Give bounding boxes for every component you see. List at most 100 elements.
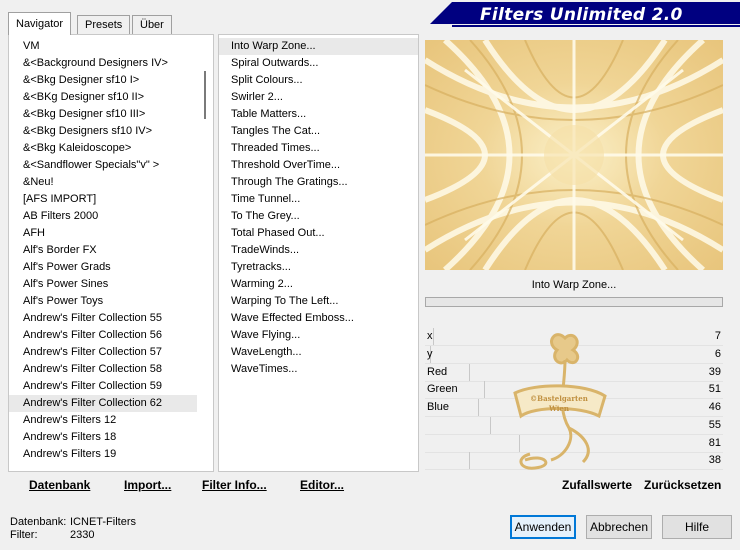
category-list[interactable]: VM &<Background Designers IV> &<Bkg Design… — [9, 38, 197, 463]
slider-value: 55 — [708, 418, 721, 431]
filter-item[interactable]: Warping To The Left... — [219, 293, 418, 310]
preset-toolbar: Zufallswerte Zurücksetzen — [425, 474, 730, 498]
tab-presets[interactable]: Presets — [77, 15, 131, 34]
filter-count-value: 2330 — [70, 529, 95, 541]
category-list-panel: VM &<Background Designers IV> &<Bkg Design… — [8, 34, 214, 472]
category-item[interactable]: Alf's Power Toys — [9, 293, 197, 310]
category-item[interactable]: &<BKg Designer sf10 II> — [9, 89, 197, 106]
filter-item[interactable]: Table Matters... — [219, 106, 418, 123]
slider-fill — [425, 452, 470, 470]
filter-item[interactable]: Spiral Outwards... — [219, 55, 418, 72]
category-scroll-thumb[interactable] — [204, 71, 206, 119]
filter-item[interactable]: TradeWinds... — [219, 242, 418, 259]
category-item[interactable]: Alf's Border FX — [9, 242, 197, 259]
filter-item[interactable]: Tyretracks... — [219, 259, 418, 276]
help-button[interactable]: Hilfe — [662, 515, 732, 539]
parameter-slider[interactable]: Red 39 — [425, 363, 723, 382]
filter-item[interactable]: WaveTimes... — [219, 361, 418, 378]
filters-unlimited-dialog: Navigator Presets Über Filters Unlimited… — [0, 0, 740, 550]
category-scrollbar[interactable] — [197, 35, 213, 471]
parameter-slider[interactable]: y6 — [425, 345, 723, 364]
random-values-button[interactable]: Zufallswerte — [562, 478, 632, 492]
filter-item[interactable]: Wave Flying... — [219, 327, 418, 344]
slider-value: 7 — [714, 330, 721, 342]
slider-fill — [425, 416, 491, 434]
filter-list[interactable]: Into Warp Zone... Spiral Outwards... Split… — [219, 38, 418, 378]
database-label: Datenbank: — [10, 516, 67, 528]
category-item[interactable]: AB Filters 2000 — [9, 208, 197, 225]
preview-image — [425, 40, 723, 270]
parameter-slider[interactable]: 55 — [425, 416, 723, 435]
slider-label: Green — [427, 383, 458, 396]
banner-title: Filters Unlimited 2.0 — [480, 5, 683, 25]
parameter-sliders: x 7 y 6 Red 39 Green 51 Blue 46 55 81 38 ©Bastelgarte… — [425, 328, 723, 471]
category-item[interactable]: &<Bkg Kaleidoscope> — [9, 140, 197, 157]
category-item[interactable]: VM — [9, 38, 197, 55]
parameter-slider[interactable]: 81 — [425, 434, 723, 453]
category-item[interactable]: &<Bkg Designers sf10 IV> — [9, 123, 197, 140]
filter-item[interactable]: Into Warp Zone... — [219, 38, 418, 55]
parameter-slider[interactable]: x7 — [425, 328, 723, 346]
slider-value: 81 — [708, 436, 721, 449]
import-button[interactable]: Import... — [124, 478, 171, 492]
tab-navigator[interactable]: Navigator — [8, 12, 72, 35]
slider-fill — [425, 434, 520, 452]
slider-value: 46 — [708, 401, 721, 413]
slider-label: Red — [427, 365, 448, 378]
category-item[interactable]: Andrew's Filters 19 — [9, 446, 197, 463]
category-item[interactable]: Alf's Power Grads — [9, 259, 197, 276]
filter-count-label: Filter: — [10, 529, 38, 541]
category-item[interactable]: Andrew's Filters 12 — [9, 412, 197, 429]
category-item[interactable]: Andrew's Filter Collection 55 — [9, 310, 197, 327]
slider-value: 51 — [708, 383, 721, 396]
category-item[interactable]: Andrew's Filter Collection 59 — [9, 378, 197, 395]
preview-area: Into Warp Zone... x 7 y 6 Red 39 Green 51 Blue 46… — [423, 34, 733, 500]
slider-label: Blue — [427, 401, 450, 413]
filter-toolbar: Datenbank Import... Filter Info... Edito… — [8, 474, 420, 498]
filter-item[interactable]: Split Colours... — [219, 72, 418, 89]
cancel-button[interactable]: Abbrechen — [586, 515, 652, 539]
category-item[interactable]: Andrew's Filters 18 — [9, 429, 197, 446]
parameter-slider[interactable]: Blue 46 — [425, 399, 723, 417]
filter-item[interactable]: Wave Effected Emboss... — [219, 310, 418, 327]
filter-item[interactable]: Threaded Times... — [219, 140, 418, 157]
database-value: ICNET-Filters — [70, 516, 136, 528]
category-item[interactable]: Andrew's Filter Collection 57 — [9, 344, 197, 361]
parameter-slider[interactable]: Green 51 — [425, 381, 723, 400]
category-item[interactable]: Andrew's Filter Collection 58 — [9, 361, 197, 378]
category-item[interactable]: &<Sandflower Specials"v" > — [9, 157, 197, 174]
category-item[interactable]: [AFS IMPORT] — [9, 191, 197, 208]
slider-label: y — [427, 347, 433, 360]
filter-info-button[interactable]: Filter Info... — [202, 478, 267, 492]
filter-item[interactable]: Threshold OverTime... — [219, 157, 418, 174]
parameter-slider[interactable]: 38 — [425, 452, 723, 471]
slider-value: 6 — [714, 347, 721, 360]
reset-button[interactable]: Zurücksetzen — [644, 478, 721, 492]
filter-item[interactable]: To The Grey... — [219, 208, 418, 225]
category-item[interactable]: &<Bkg Designer sf10 III> — [9, 106, 197, 123]
filter-item[interactable]: Time Tunnel... — [219, 191, 418, 208]
database-button[interactable]: Datenbank — [29, 478, 90, 492]
filter-item[interactable]: Total Phased Out... — [219, 225, 418, 242]
category-item[interactable]: &<Bkg Designer sf10 I> — [9, 72, 197, 89]
status-info: Datenbank: ICNET-Filters Filter: 2330 — [10, 516, 136, 542]
category-item[interactable]: &<Background Designers IV> — [9, 55, 197, 72]
category-item[interactable]: Andrew's Filter Collection 56 — [9, 327, 197, 344]
app-banner: Filters Unlimited 2.0 — [430, 2, 740, 28]
category-item[interactable]: &Neu! — [9, 174, 197, 191]
category-item[interactable]: Andrew's Filter Collection 62 — [9, 395, 197, 412]
filter-item[interactable]: Swirler 2... — [219, 89, 418, 106]
slider-value: 39 — [708, 365, 721, 378]
category-item[interactable]: Alf's Power Sines — [9, 276, 197, 293]
filter-item[interactable]: Tangles The Cat... — [219, 123, 418, 140]
editor-button[interactable]: Editor... — [300, 478, 344, 492]
filter-item[interactable]: WaveLength... — [219, 344, 418, 361]
category-item[interactable]: AFH — [9, 225, 197, 242]
progress-bar — [425, 297, 723, 307]
slider-value: 38 — [708, 454, 721, 467]
preview-caption: Into Warp Zone... — [425, 274, 723, 296]
filter-item[interactable]: Through The Gratings... — [219, 174, 418, 191]
tab-uber[interactable]: Über — [132, 15, 172, 34]
apply-button[interactable]: Anwenden — [510, 515, 576, 539]
filter-item[interactable]: Warming 2... — [219, 276, 418, 293]
